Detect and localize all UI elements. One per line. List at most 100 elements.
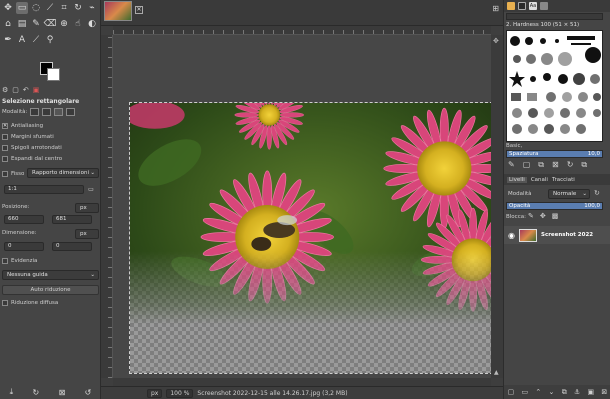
brushes-tab-icon[interactable] <box>507 2 515 10</box>
fixed-checkbox[interactable] <box>2 170 8 177</box>
crop-tool-icon[interactable]: ⌗ <box>58 2 70 14</box>
opacity-slider[interactable]: Opacità 100,0 <box>506 202 603 210</box>
vertical-scrollbar[interactable]: ✥ ▲ <box>491 35 503 378</box>
reset-icon[interactable]: ↺ <box>85 388 92 397</box>
background-color-swatch[interactable] <box>47 68 60 81</box>
size-width-field[interactable]: 0 <box>4 242 44 251</box>
highlight-row[interactable]: Evidenzia <box>2 256 37 265</box>
shrink-merged-checkbox[interactable] <box>2 299 8 306</box>
image-canvas[interactable] <box>129 102 498 374</box>
guides-dropdown[interactable]: Nessuna guida ⌄ <box>2 270 99 280</box>
rounded-checkbox[interactable] <box>2 144 8 151</box>
antialiasing-checkbox[interactable]: ✕ <box>2 122 8 129</box>
warp-tool-icon[interactable]: ⌁ <box>86 2 98 14</box>
lower-layer-icon[interactable]: ⌄ <box>549 388 555 396</box>
fuzzy-select-tool-icon[interactable]: ⟋ <box>44 2 56 14</box>
images-tab-icon[interactable]: ▣ <box>33 86 40 94</box>
fonts-tab-icon[interactable]: Aa <box>529 2 537 10</box>
undo-history-tab-icon[interactable]: ↶ <box>23 86 29 94</box>
antialiasing-row[interactable]: ✕ Antialiasing <box>2 121 43 130</box>
edit-brush-icon[interactable]: ✎ <box>508 160 515 170</box>
rounded-row[interactable]: Spigoli arrotondati <box>2 143 62 152</box>
tool-options-tab-icon[interactable]: ⚙ <box>2 86 8 94</box>
expand-center-row[interactable]: Espandi dal centro <box>2 154 62 163</box>
duplicate-brush-icon[interactable]: ⧉ <box>538 160 544 170</box>
size-height-field[interactable]: 0 <box>52 242 92 251</box>
clone-tool-icon[interactable]: ⊕ <box>58 18 70 30</box>
perspective-tool-icon[interactable]: ⌂ <box>2 18 14 30</box>
shrink-merged-row[interactable]: Riduzione diffusa <box>2 298 58 307</box>
text-tool-icon[interactable]: A <box>16 34 28 46</box>
spacing-slider[interactable]: Spaziatura 10,0 <box>506 150 603 158</box>
document-history-tab-icon[interactable] <box>540 2 548 10</box>
expand-center-checkbox[interactable] <box>2 155 8 162</box>
new-layer-icon[interactable]: ▢ <box>508 388 515 396</box>
move-tool-icon[interactable]: ✥ <box>2 2 14 14</box>
tab-channels[interactable]: Canali <box>531 177 548 183</box>
rect-select-tool-icon[interactable]: ▭ <box>16 2 28 14</box>
highlight-checkbox[interactable] <box>2 257 8 264</box>
delete-brush-icon[interactable]: ⊠ <box>552 160 559 170</box>
mode-subtract-icon[interactable] <box>54 107 64 116</box>
gradient-tool-icon[interactable]: ▤ <box>16 18 28 30</box>
horizontal-scrollbar[interactable] <box>113 378 491 386</box>
new-brush-icon[interactable]: ▢ <box>523 160 531 170</box>
raise-layer-icon[interactable]: ⌃ <box>535 388 541 396</box>
duplicate-layer-icon[interactable]: ⧉ <box>562 388 567 397</box>
image-tab-thumbnail[interactable] <box>104 1 132 21</box>
ruler-top[interactable] <box>113 26 491 35</box>
eraser-tool-icon[interactable]: ⌫ <box>44 18 57 30</box>
tab-menu-icon[interactable]: ⊞ <box>492 4 499 13</box>
navigate-icon[interactable]: ✥ <box>493 37 499 45</box>
unit-selector[interactable]: px <box>147 388 163 398</box>
lock-pixels-icon[interactable]: ✎ <box>528 212 534 220</box>
fixed-mode-dropdown[interactable]: Rapporto dimensioni ⌄ <box>27 168 99 178</box>
dodge-tool-icon[interactable]: ◐ <box>86 18 98 30</box>
ruler-left[interactable] <box>101 35 113 378</box>
lock-position-icon[interactable]: ✥ <box>540 212 546 220</box>
eye-icon[interactable]: ◉ <box>508 231 515 240</box>
color-picker-tool-icon[interactable]: ⟋ <box>30 34 42 46</box>
smudge-tool-icon[interactable]: ☝ <box>72 18 84 30</box>
paintbrush-tool-icon[interactable]: ✎ <box>30 18 42 30</box>
save-preset-icon[interactable]: ⤓ <box>10 387 14 397</box>
zoom-tool-icon[interactable]: ⚲ <box>44 34 56 46</box>
mask-icon[interactable]: ▣ <box>588 388 595 396</box>
mode-intersect-icon[interactable] <box>66 107 76 116</box>
scroll-up-icon[interactable]: ▲ <box>494 369 499 376</box>
layer-mode-reset-icon[interactable]: ↻ <box>594 189 600 197</box>
brush-filter-bar[interactable] <box>506 13 603 20</box>
position-y-field[interactable]: 681 <box>52 215 92 224</box>
tab-paths[interactable]: Tracciati <box>552 177 575 183</box>
position-unit-dropdown[interactable]: px <box>75 203 99 213</box>
anchor-icon[interactable]: ⚓ <box>574 388 580 396</box>
ratio-field[interactable]: 1:1 <box>4 185 84 194</box>
auto-shrink-button[interactable]: Auto riduzione <box>2 285 99 295</box>
rotate-tool-icon[interactable]: ↻ <box>72 2 84 14</box>
mode-add-icon[interactable] <box>42 107 52 116</box>
open-as-image-icon[interactable]: ⧉ <box>581 160 587 170</box>
close-icon[interactable]: ✕ <box>135 6 143 14</box>
device-status-tab-icon[interactable]: ▢ <box>12 86 19 94</box>
refresh-brushes-icon[interactable]: ↻ <box>567 160 574 170</box>
restore-preset-icon[interactable]: ↻ <box>33 388 40 397</box>
mode-replace-icon[interactable] <box>30 107 40 116</box>
position-x-field[interactable]: 660 <box>4 215 44 224</box>
delete-preset-icon[interactable]: ⊠ <box>59 388 66 397</box>
tab-layers[interactable]: Livelli <box>507 176 527 183</box>
paths-tool-icon[interactable]: ✒ <box>2 34 14 46</box>
feather-row[interactable]: Margini sfumati <box>2 132 54 141</box>
brush-grid[interactable] <box>506 30 603 142</box>
layer-item[interactable]: ◉ Screenshot 2022 <box>504 226 610 244</box>
new-group-icon[interactable]: ▭ <box>522 388 529 396</box>
brush-tag-filter[interactable]: Basic, <box>506 143 522 149</box>
portrait-landscape-icon[interactable]: ▭ <box>86 184 96 194</box>
delete-layer-icon[interactable]: ⊠ <box>601 388 607 396</box>
canvas-area[interactable] <box>113 35 498 378</box>
size-unit-dropdown[interactable]: px <box>75 229 99 239</box>
feather-checkbox[interactable] <box>2 133 8 140</box>
layer-mode-dropdown[interactable]: Normale ⌄ <box>548 189 590 199</box>
lock-alpha-icon[interactable]: ▩ <box>552 212 559 220</box>
lasso-tool-icon[interactable]: ◌ <box>30 2 42 14</box>
patterns-tab-icon[interactable] <box>518 2 526 10</box>
